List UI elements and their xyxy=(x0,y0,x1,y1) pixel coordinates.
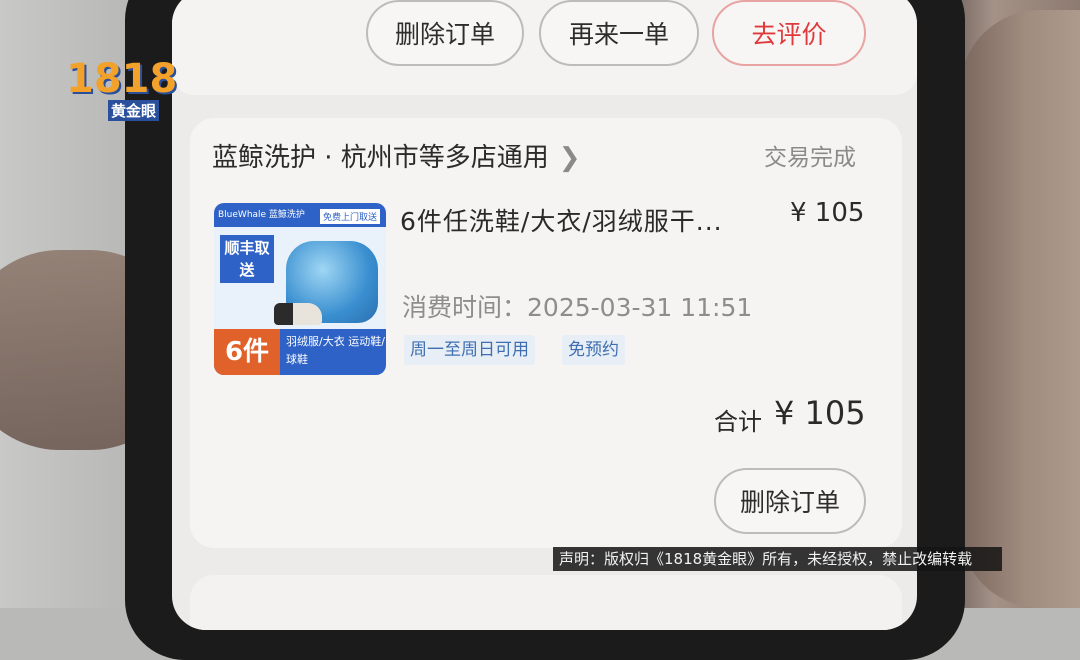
copyright-disclaimer: 声明：版权归《1818黄金眼》所有，未经授权，禁止改编转载 xyxy=(553,547,1002,571)
next-order-card xyxy=(190,575,902,630)
top-review-button[interactable]: 去评价 xyxy=(712,0,866,66)
thumb-pickup: 免费上门取送 xyxy=(319,209,380,224)
tag-weekdays: 周一至周日可用 xyxy=(404,335,535,365)
consume-time: 消费时间：2025-03-31 11:51 xyxy=(402,288,752,324)
consume-time-label: 消费时间： xyxy=(402,293,528,322)
product-thumbnail[interactable]: BlueWhale 蓝鲸洗护 免费上门取送 顺丰取送 6件 羽绒服/大衣 运动鞋… xyxy=(214,203,386,375)
store-name-link[interactable]: 蓝鲸洗护 · 杭州市等多店通用 ❯ xyxy=(212,137,581,174)
thumb-count: 6件 xyxy=(214,329,280,375)
right-hand xyxy=(960,10,1080,608)
order-status: 交易完成 xyxy=(764,145,856,171)
channel-logo: 1818 黄金眼 xyxy=(66,56,177,126)
thumb-sf-badge: 顺丰取送 xyxy=(220,235,274,283)
logo-number: 1818 xyxy=(66,56,178,102)
delete-order-button[interactable]: 删除订单 xyxy=(714,468,866,534)
total-amount: ¥ 105 xyxy=(774,394,866,432)
consume-time-value: 2025-03-31 11:51 xyxy=(527,293,753,322)
tag-no-reservation: 免预约 xyxy=(562,335,625,365)
top-delete-order-button[interactable]: 删除订单 xyxy=(366,0,524,66)
product-title[interactable]: 6件任洗鞋/大衣/羽绒服干... xyxy=(400,202,723,238)
top-reorder-button[interactable]: 再来一单 xyxy=(539,0,699,66)
phone-screen: 删除订单 再来一单 去评价 蓝鲸洗护 · 杭州市等多店通用 ❯ 交易完成 Blue… xyxy=(172,0,917,630)
chevron-right-icon: ❯ xyxy=(558,143,581,173)
logo-name: 黄金眼 xyxy=(108,100,160,121)
shoe-image xyxy=(274,303,322,325)
store-name: 蓝鲸洗护 · 杭州市等多店通用 xyxy=(212,143,549,173)
thumb-items: 羽绒服/大衣 运动鞋/球鞋 xyxy=(286,335,385,366)
product-price: ¥ 105 xyxy=(790,198,865,228)
total-label: 合计 xyxy=(714,408,762,436)
